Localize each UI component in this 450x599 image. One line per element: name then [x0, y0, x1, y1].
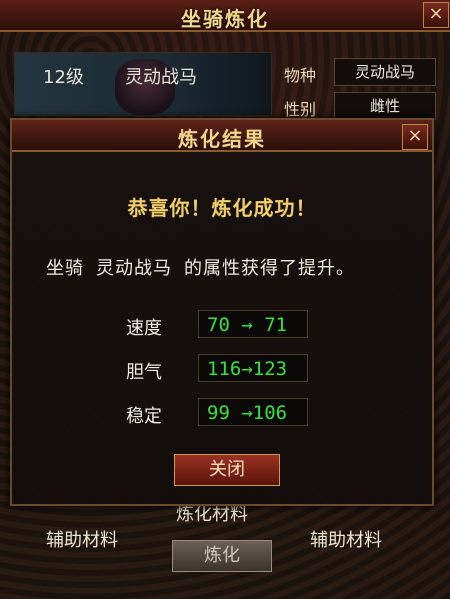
dialog-title-bar: 炼化结果 ×: [12, 120, 432, 152]
mount-level: 12级: [43, 67, 84, 88]
aux-material-left[interactable]: 辅助材料: [46, 526, 118, 552]
refine-result-dialog: 炼化结果 × 恭喜你！炼化成功！ 坐骑 灵动战马 的属性获得了提升。 速度 70 →…: [10, 118, 434, 506]
mount-name: 灵动战马: [125, 67, 197, 88]
close-dialog-button[interactable]: 关闭: [174, 454, 280, 486]
dialog-close-icon[interactable]: ×: [402, 124, 428, 150]
refine-button[interactable]: 炼化: [172, 540, 272, 572]
stability-value: 99 →106: [198, 398, 308, 426]
speed-value: 70 → 71: [198, 310, 308, 338]
close-icon[interactable]: ×: [423, 2, 449, 28]
mount-refine-window: 坐骑炼化 × 12级 灵动战马 物种 灵动战马 性别 雌性 炼化材料 辅助材料 …: [0, 0, 450, 599]
dialog-title: 炼化结果: [178, 127, 266, 151]
mount-info-panel: 12级 灵动战马: [14, 52, 272, 116]
description-mount-name: 灵动战马: [96, 258, 172, 279]
species-value: 灵动战马: [334, 58, 436, 86]
window-title-bar: 坐骑炼化 ×: [0, 0, 450, 32]
description-prefix: 坐骑: [46, 258, 84, 279]
result-description: 坐骑 灵动战马 的属性获得了提升。: [46, 254, 355, 280]
courage-value: 116→123: [198, 354, 308, 382]
stability-label: 稳定: [126, 406, 162, 427]
gender-label: 性别: [284, 100, 317, 119]
description-suffix: 的属性获得了提升。: [184, 258, 355, 279]
courage-label: 胆气: [126, 362, 162, 383]
gender-value: 雌性: [334, 92, 436, 120]
species-label: 物种: [284, 66, 317, 85]
success-message: 恭喜你！炼化成功！: [127, 196, 317, 220]
aux-material-right[interactable]: 辅助材料: [310, 526, 382, 552]
speed-label: 速度: [126, 318, 162, 339]
window-title: 坐骑炼化: [181, 7, 269, 31]
